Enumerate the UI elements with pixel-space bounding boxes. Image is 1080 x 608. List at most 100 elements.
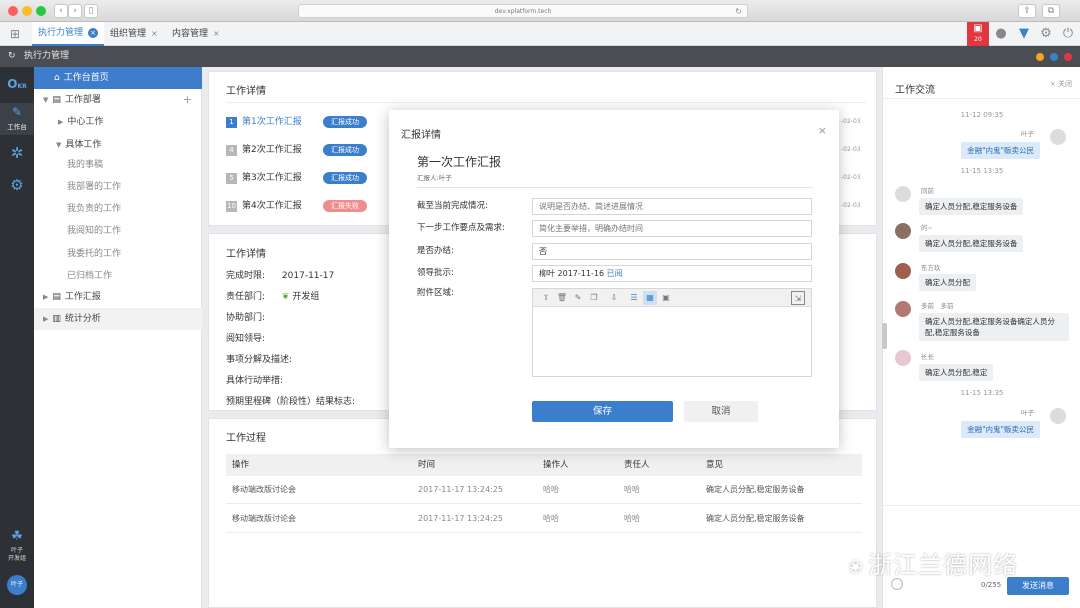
sidebar-toggle-icon[interactable]: ▯ [84,4,98,18]
tab-org-management[interactable]: 组织管理 × [104,22,164,46]
forward-button[interactable]: › [68,4,82,18]
expand-icon[interactable]: ⇲ [791,291,805,305]
report-number: 1 [226,117,237,128]
reload-icon[interactable]: ↻ [735,5,742,18]
sidebar-item-delegated[interactable]: 我委托的工作 [34,243,202,265]
close-tab-icon[interactable]: × [88,28,99,38]
status-badge-wrap: 汇报成功 [323,172,367,184]
add-icon[interactable]: + [183,89,192,111]
chevron-down-icon: ▼ [56,141,62,149]
status-badge: 汇报成功 [323,116,367,128]
sidebar-item-report[interactable]: ▶ ▤ 工作汇报 [34,286,202,308]
sidebar-item-my-drafts[interactable]: 我的事稿 [34,154,202,176]
back-button[interactable]: ‹ [54,4,68,18]
table-row[interactable]: 移动端改版讨论会 2017-11-17 13:24:25 哈哈 哈哈 确定人员分… [226,505,862,533]
reporter: 汇报人:叶子 [417,174,452,182]
theme-shirt-icon[interactable]: ▼ [1013,22,1035,46]
theme-blue-dot[interactable] [1050,53,1058,61]
report-title: 第一次工作汇报 [417,155,502,169]
edit-icon[interactable]: ✎ [571,291,585,305]
deadline-value: 2017-11-17 [281,271,335,281]
settings-gear-icon[interactable]: ⚙ [1035,22,1057,46]
save-button[interactable]: 保存 [532,401,673,422]
chat-panel: 工作交流 × 关闭 11-12 09:35 叶子 金融"内鬼"贩卖公民 11-1… [882,67,1080,608]
user-avatar[interactable]: 叶子 [7,575,27,595]
chevron-right-icon: ▶ [43,315,49,323]
apps-grid-icon[interactable]: ⊞ [4,22,26,46]
splitter-handle[interactable] [882,323,887,349]
table-row[interactable]: 移动端改版讨论会 2017-11-17 13:24:25 哈哈 哈哈 确定人员分… [226,476,862,504]
maximize-window-button[interactable] [36,6,46,16]
sidebar-item-read[interactable]: 我阅知的工作 [34,220,202,242]
report-icon: ▤ [52,292,61,302]
address-bar[interactable]: dev.xplatform.tech ↻ [298,4,748,18]
cell: 确定人员分配,稳定服务设备 [706,514,805,523]
chat-time: 11-15 13:35 [960,389,1004,397]
delete-icon[interactable]: 🗑 [555,291,569,305]
grid-view-icon[interactable]: ▦ [643,291,657,305]
desc-label: 事项分解及描述: [226,355,293,365]
notification-count: 20 [974,36,982,43]
chat-input-area[interactable] [883,505,1080,506]
workbench-nav[interactable]: ✎ 工作台 [0,103,34,135]
upload-icon[interactable]: ⇧ [539,291,553,305]
tabs-overview-icon[interactable]: ⧉ [1042,4,1060,18]
close-window-button[interactable] [8,6,18,16]
dept-value: 开发组 [292,292,320,302]
share-icon[interactable]: ⇪ [1018,4,1036,18]
leader-comment-field[interactable]: 柳叶 2017-11-16 已阅 [532,265,812,282]
sidebar-item-stats[interactable]: ▶ ▥ 统计分析 [34,308,202,330]
report-row[interactable]: 5 第3次工作汇报 [226,168,302,188]
deadline-row: 完成时限: 2017-11-17 [226,265,334,287]
detail-title: 工作详情 [226,249,266,260]
close-tab-icon[interactable]: × [151,29,158,38]
chat-close-button[interactable]: × 关闭 [1050,79,1072,89]
report-label: 第3次工作汇报 [242,173,302,183]
list-view-icon[interactable]: ☰ [627,291,641,305]
refresh-icon[interactable]: ↻ [8,46,16,67]
modal-close-icon[interactable]: × [818,124,827,137]
attachment-editor[interactable]: ⇧ 🗑 ✎ ❐ ⇩ ☰ ▦ ▣ ⇲ [532,288,812,377]
home-icon: ⌂ [54,73,60,83]
report-row[interactable]: 1 第1次工作汇报 [226,112,302,132]
reports-title: 工作详情 [226,86,266,97]
sidebar-item-dept[interactable]: ▼ ▤ 工作部署 + [34,89,202,111]
report-row[interactable]: 4 第2次工作汇报 [226,140,302,160]
power-icon[interactable]: ⏻ [1057,22,1079,46]
theme-red-dot[interactable] [1064,53,1072,61]
process-table-header: 操作 时间 操作人 责任人 意见 [226,454,862,476]
tab-execution-management[interactable]: 执行力管理 × [32,22,105,46]
milestone-label: 预期里程碑（阶段性）结果标志: [226,397,356,407]
chevron-right-icon: ▶ [58,118,64,126]
close-tab-icon[interactable]: × [213,29,220,38]
sidebar-item-label: 工作部署 [64,95,101,105]
sidebar-item-deployed[interactable]: 我部署的工作 [34,176,202,198]
completed-select[interactable]: 否 [532,243,812,260]
report-row[interactable]: 10 第4次工作汇报 [226,196,302,216]
cell: 哈哈 [543,514,559,523]
sidebar-item-center[interactable]: ▶ 中心工作 [34,111,202,133]
network-icon[interactable]: ✲ [0,144,34,162]
team-icon[interactable]: ☘ [0,529,34,544]
settings-icon[interactable]: ⚙ [0,176,34,194]
theme-orange-dot[interactable] [1036,53,1044,61]
avatar [1050,408,1066,424]
next-steps-label: 下一步工作要点及需求: [417,223,505,233]
next-steps-input[interactable] [532,220,812,237]
user-icon[interactable]: ● [990,22,1012,46]
download-icon[interactable]: ⇩ [607,291,621,305]
image-icon[interactable]: ▣ [659,291,673,305]
copy-icon[interactable]: ❐ [587,291,601,305]
cancel-button[interactable]: 取消 [684,401,758,422]
sidebar-item-specific[interactable]: ▼ 具体工作 [34,134,202,156]
tab-content-management[interactable]: 内容管理 × [166,22,226,46]
sidebar-item-responsible[interactable]: 我负责的工作 [34,198,202,220]
minimize-window-button[interactable] [22,6,32,16]
notification-button[interactable]: ▣ 20 [967,22,989,46]
sidebar-item-archived[interactable]: 已归档工作 [34,265,202,287]
sidebar-item-home[interactable]: ⌂ 工作台首页 [34,67,202,89]
workbench-label: 工作台 [7,123,27,131]
progress-input[interactable] [532,198,812,215]
avatar [895,350,911,366]
report-number: 5 [226,173,237,184]
